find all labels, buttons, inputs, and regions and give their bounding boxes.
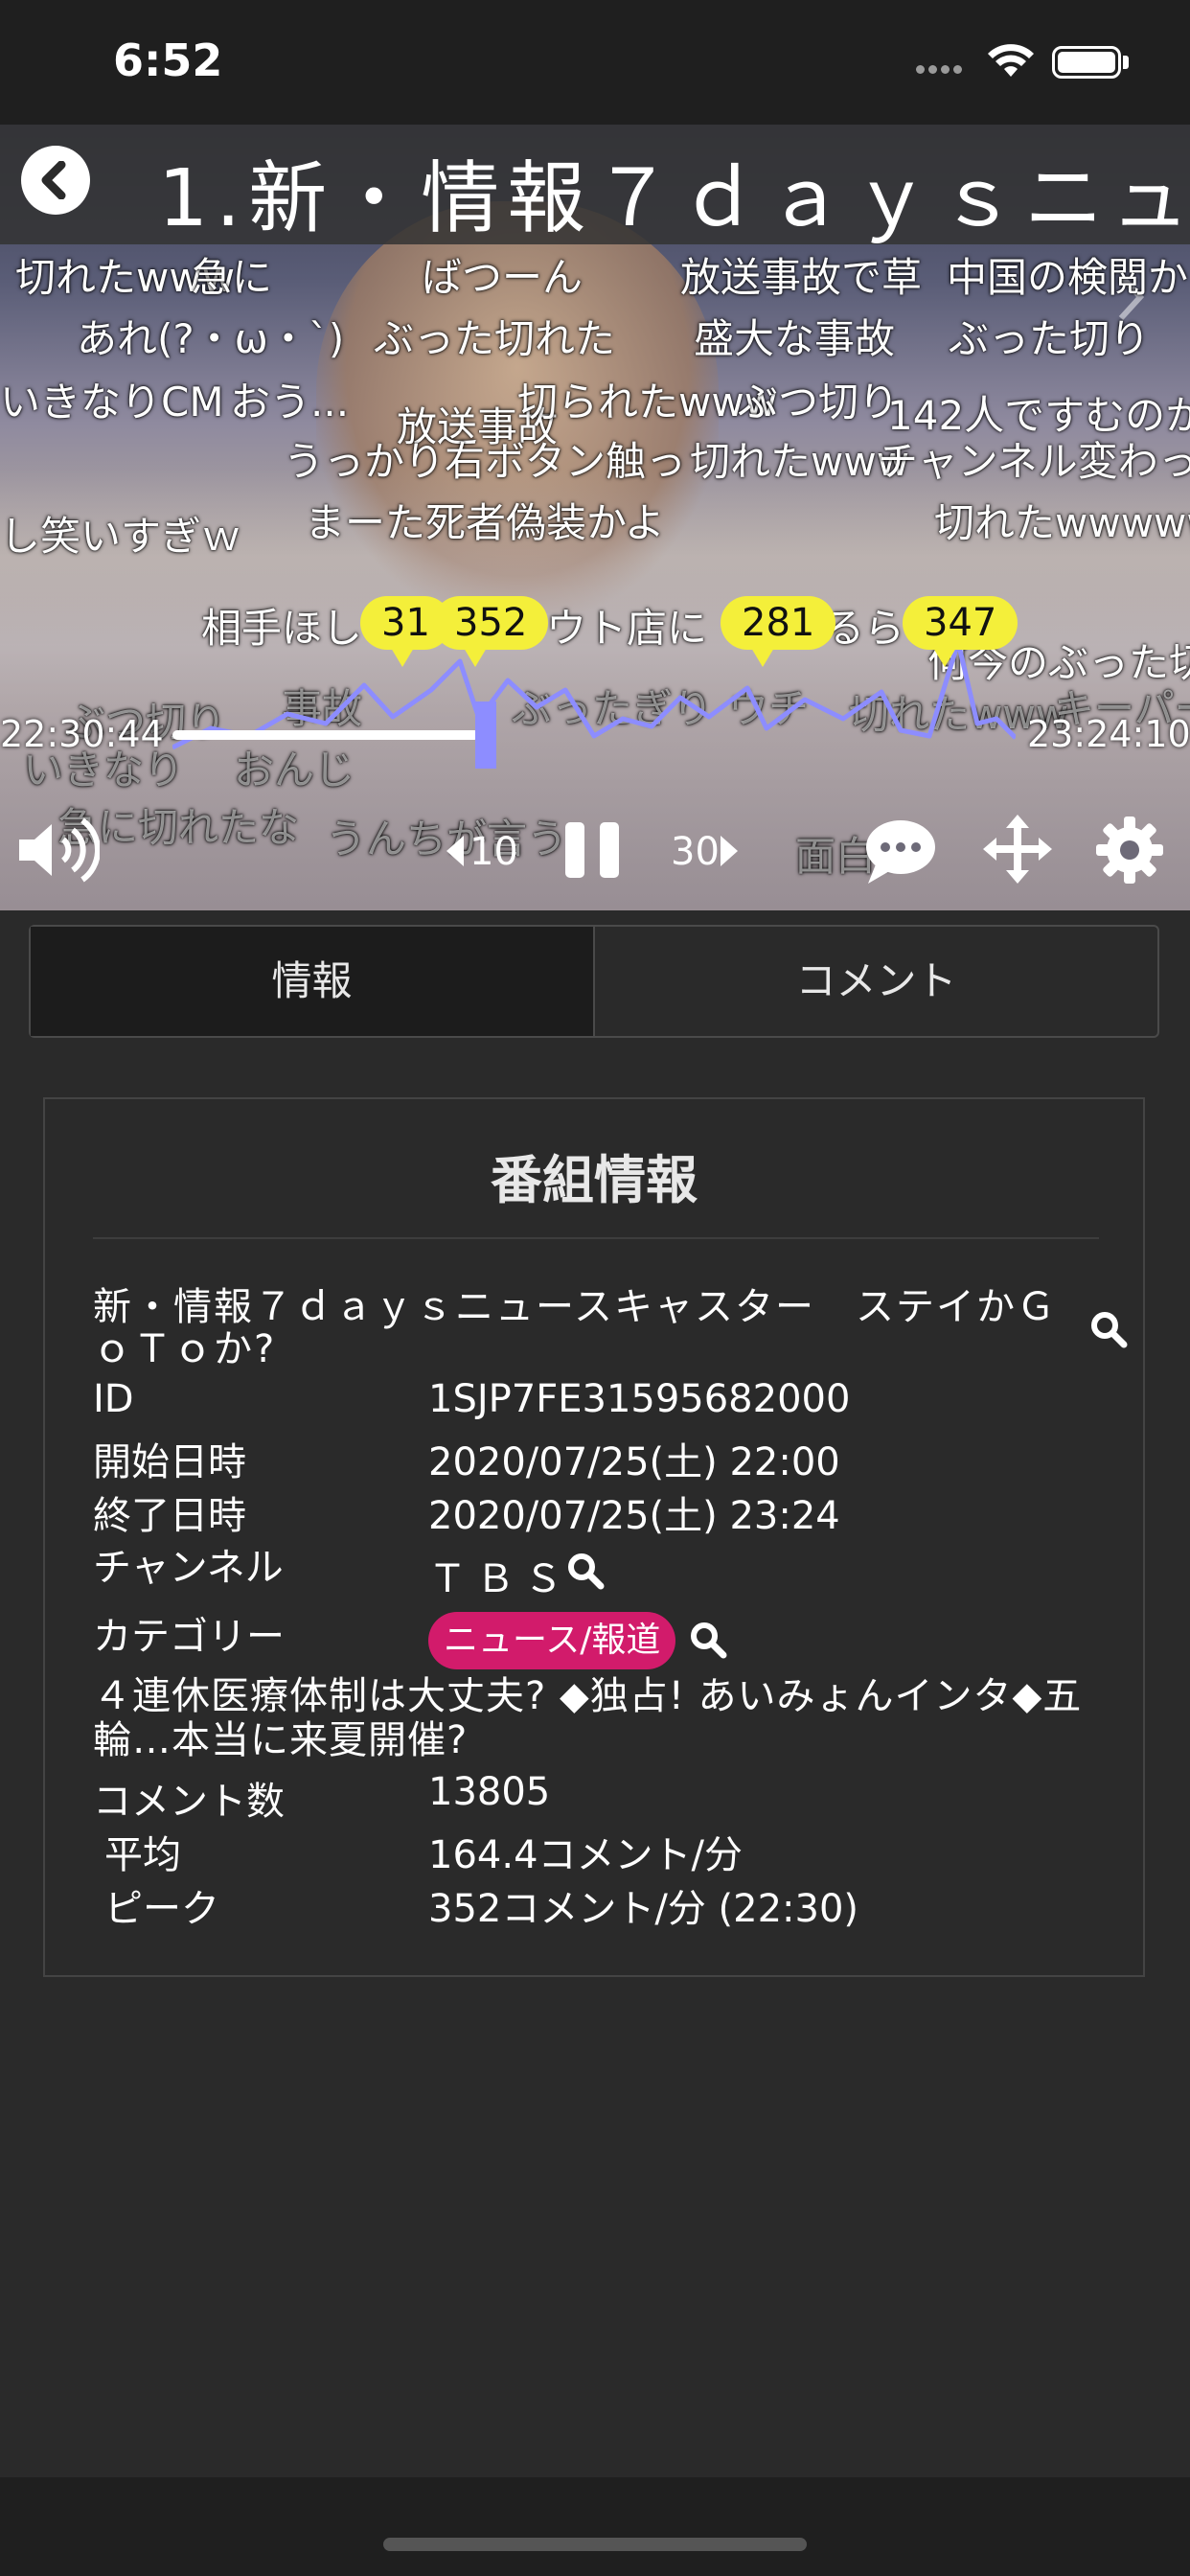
channel-label: チャンネル [93, 1546, 284, 1590]
tab-bar: 情報 コメント [29, 925, 1159, 1038]
danmaku-comment: ぶった切り [949, 315, 1151, 362]
end-time-value: 2020/07/25(土) 23:24 [428, 1494, 840, 1538]
seek-bar-thumb[interactable] [475, 702, 496, 769]
search-icon[interactable] [1089, 1310, 1128, 1348]
peak-bubble[interactable]: 352 [433, 596, 549, 667]
gear-icon[interactable] [1094, 815, 1165, 886]
danmaku-comment: 放送事故で草 [680, 254, 923, 301]
peak-bubble[interactable]: 281 [721, 596, 836, 667]
danmaku-comment: チャンネル変わったかと [878, 438, 1190, 485]
search-icon[interactable] [689, 1621, 727, 1659]
danmaku-comment: し笑いすぎｗ [0, 513, 242, 560]
tab-info[interactable]: 情報 [31, 927, 595, 1036]
bottom-safe-area [0, 2477, 1190, 2576]
danmaku-comment: 中国の検閲か [947, 254, 1189, 301]
danmaku-comment: あれ(?・ω・`) [77, 315, 345, 362]
end-time: 23:24:10 [1027, 713, 1190, 755]
comment-count-label: コメント数 [93, 1780, 285, 1824]
start-time-value: 2020/07/25(土) 22:00 [428, 1440, 840, 1484]
program-title-header: 1.新・情報７ｄａｙｓニュ‐ [158, 153, 1190, 244]
id-label: ID [93, 1377, 134, 1421]
start-time-label: 開始日時 [93, 1440, 246, 1484]
danmaku-comment: ぶった切れた [374, 315, 616, 362]
pause-icon[interactable] [561, 816, 625, 884]
video-player[interactable]: 1.新・情報７ｄａｙｓニュ‐ 切れたwww 急に ばつーん 放送事故で草 中国の… [0, 125, 1190, 910]
skip-back-label[interactable]: 10 [469, 830, 518, 874]
danmaku-comment: ぶつ切り [738, 379, 900, 426]
skip-forward-icon[interactable] [715, 832, 744, 870]
danmaku-comment: おう... [230, 379, 350, 426]
danmaku-comment: いきなりCM [0, 379, 224, 426]
current-time: 22:30:44 [0, 713, 164, 755]
program-description: ４連休医療体制は大丈夫? ◆独占! あいみょんインタ◆五輪…本当に来夏開催? [93, 1674, 1083, 1762]
comment-toggle-icon[interactable] [862, 816, 939, 886]
volume-icon[interactable] [13, 816, 100, 884]
channel-value: ＴＢＳ [428, 1557, 572, 1601]
danmaku-comment: 切れたwwwww [934, 499, 1190, 546]
danmaku-comment: うっかり右ボタン触っ [284, 438, 687, 485]
signal-icon [916, 59, 973, 74]
info-heading: 番組情報 [491, 1150, 698, 1210]
comment-count-value: 13805 [428, 1770, 551, 1814]
peak-label: ピーク [104, 1887, 219, 1931]
search-icon[interactable] [566, 1552, 605, 1590]
status-bar: 6:52 [0, 0, 1190, 125]
average-label: 平均 [104, 1833, 181, 1877]
id-value: 1SJP7FE31595682000 [428, 1377, 851, 1421]
battery-tip [1123, 56, 1129, 69]
average-value: 164.4コメント/分 [428, 1833, 743, 1877]
danmaku-comment: ばつーん [422, 254, 584, 301]
divider [93, 1237, 1099, 1239]
danmaku-comment: まーた死者偽装かよ [305, 499, 665, 546]
peak-bubble[interactable]: 347 [903, 596, 1018, 667]
tab-comments[interactable]: コメント [595, 927, 1157, 1036]
program-title: 新・情報７ｄａｙｓニュースキャスター ステイかＧｏＴｏか? [93, 1285, 1057, 1371]
skip-back-icon[interactable] [441, 832, 469, 870]
status-time: 6:52 [113, 34, 223, 86]
move-icon[interactable] [981, 813, 1054, 886]
danmaku-comment: 急に [192, 254, 273, 301]
category-badge[interactable]: ニュース/報道 [428, 1612, 676, 1669]
player-title-bar: 1.新・情報７ｄａｙｓニュ‐ [0, 125, 1190, 244]
seek-bar-progress[interactable] [172, 730, 479, 740]
skip-forward-label[interactable]: 30 [671, 830, 720, 874]
category-label: カテゴリー [93, 1615, 285, 1659]
danmaku-comment: 切れたwww [690, 438, 910, 485]
end-time-label: 終了日時 [93, 1494, 246, 1538]
back-button[interactable] [21, 146, 90, 215]
program-info-panel: 番組情報 新・情報７ｄａｙｓニュースキャスター ステイかＧｏＴｏか? ID 1S… [43, 1097, 1145, 1977]
battery-icon [1052, 46, 1121, 79]
peak-value: 352コメント/分 (22:30) [428, 1887, 859, 1931]
chevron-left-icon [41, 161, 66, 199]
home-indicator[interactable] [383, 2538, 807, 2551]
wifi-icon [988, 44, 1034, 77]
danmaku-comment: 盛大な事故 [694, 315, 896, 362]
